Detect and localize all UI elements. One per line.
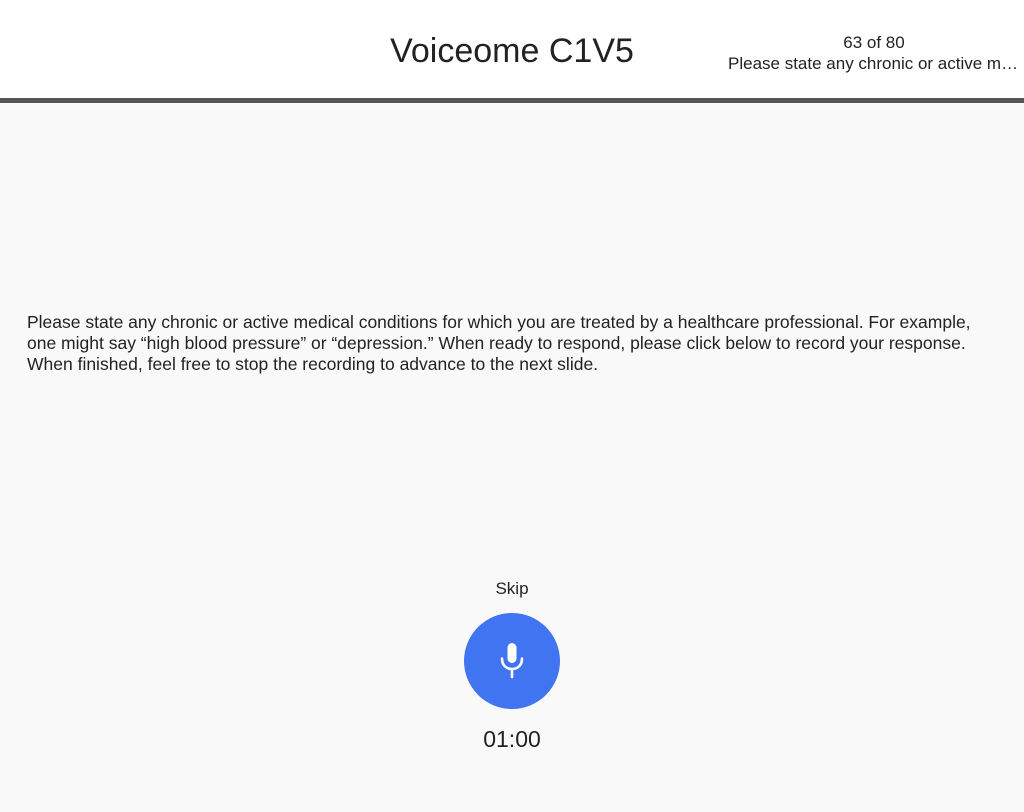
record-button[interactable] xyxy=(464,613,560,709)
progress-indicator: 63 of 80 Please state any chronic or act… xyxy=(728,32,1020,74)
recording-controls: Skip 01:00 xyxy=(0,578,1024,752)
microphone-icon xyxy=(500,643,524,679)
question-prompt: Please state any chronic or active medic… xyxy=(27,312,971,374)
skip-button[interactable]: Skip xyxy=(495,578,528,600)
progress-summary: Please state any chronic or active medic… xyxy=(728,54,1020,73)
progress-count: 63 of 80 xyxy=(843,33,905,52)
recording-timer: 01:00 xyxy=(483,726,541,752)
header: Voiceome C1V5 63 of 80 Please state any … xyxy=(0,0,1024,103)
